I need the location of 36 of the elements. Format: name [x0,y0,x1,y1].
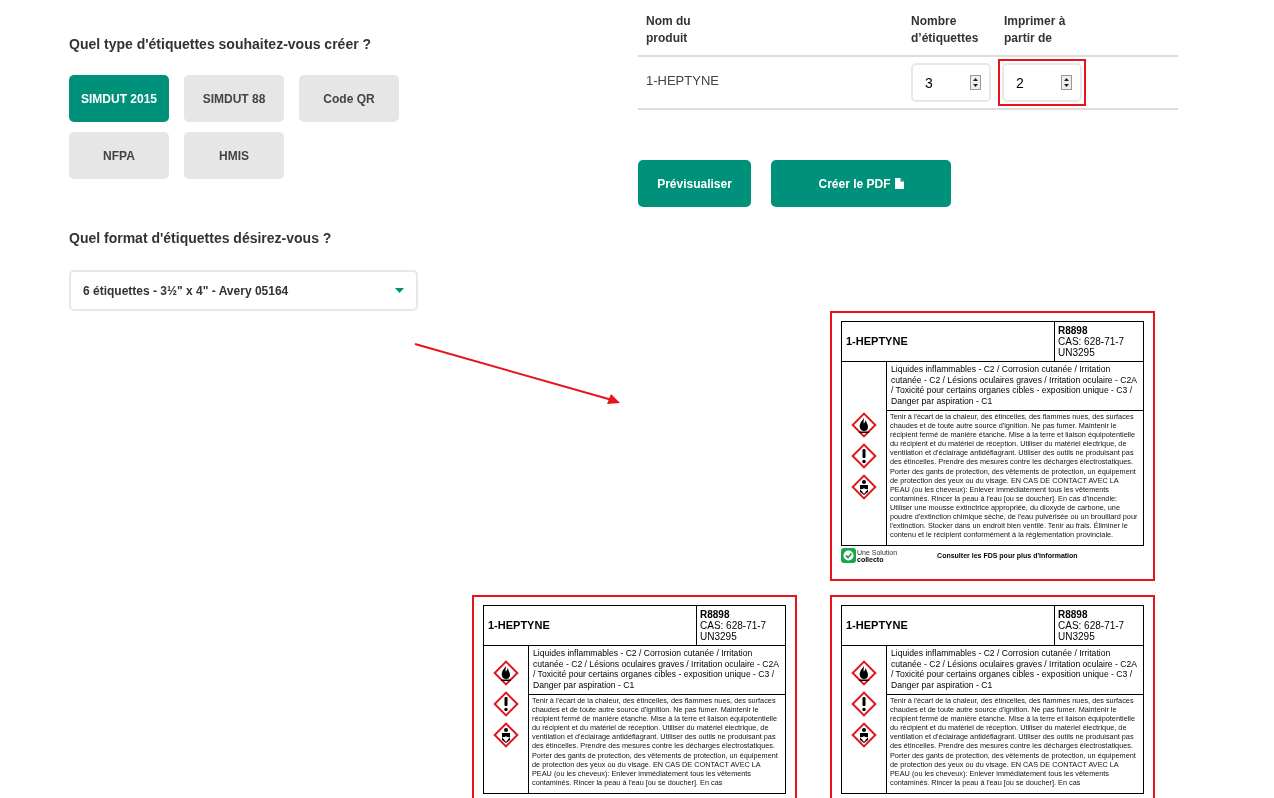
column-header: Nombre d’étiquettes [911,13,980,47]
label-type-button[interactable]: SIMDUT 88 [184,75,284,122]
product-name: 1-HEPTYNE [846,618,908,634]
format-select[interactable]: 6 étiquettes - 3½" x 4" - Avery 05164 [69,270,418,311]
column-header: Nom du produit [646,13,692,47]
label-type-button[interactable]: SIMDUT 2015 [69,75,169,122]
column-header: Imprimer à partir de [1004,13,1067,47]
section-heading: Quel format d'étiquettes désirez-vous ? [69,229,333,248]
product-name: 1-HEPTYNE [488,618,550,634]
spinner-icon[interactable] [1061,75,1072,90]
section-heading: Quel type d'étiquettes souhaitez-vous créer ? [69,35,373,54]
hazard-statements: Liquides inflammables - C2 / Corrosion cutanée / Irritation cutanée - C2 / Lésions oculaires graves / Irritation oculaire - C2A / Toxicité pour certains organes cibles - exposition unique - C3 / Danger par aspiration - C1 [891,364,1138,406]
create-pdf-button[interactable]: Créer le PDF [771,160,951,207]
un-number: UN3295 [1058,347,1096,358]
label-type-button[interactable]: HMIS [184,132,284,179]
check-logo-icon [841,548,856,564]
cas-number: CAS: 628-71-7 [700,620,768,631]
product-code: R8898 [1058,609,1089,620]
product-name-cell: 1-HEPTYNE [646,73,719,88]
label-type-button[interactable]: NFPA [69,132,169,179]
label-type-button[interactable]: Code QR [299,75,399,122]
hazard-statements: Liquides inflammables - C2 / Corrosion cutanée / Irritation cutanée - C2 / Lésions oculaires graves / Irritation oculaire - C2A / Toxicité pour certains organes cibles - exposition unique - C3 / Danger par aspiration - C1 [891,648,1138,690]
un-number: UN3295 [1058,631,1096,642]
cas-number: CAS: 628-71-7 [1058,336,1126,347]
number-field[interactable]: 3 [911,63,991,102]
spinner-icon[interactable] [970,75,981,90]
product-code: R8898 [700,609,731,620]
product-name: 1-HEPTYNE [846,334,908,350]
caret-icon [395,288,404,293]
cas-number: CAS: 628-71-7 [1058,620,1126,631]
preview-button[interactable]: Prévisualiser [638,160,751,207]
un-number: UN3295 [700,631,738,642]
number-field[interactable]: 2 [1002,63,1082,102]
document-icon [894,178,904,189]
hazard-statements: Liquides inflammables - C2 / Corrosion cutanée / Irritation cutanée - C2 / Lésions oculaires graves / Irritation oculaire - C2A / Toxicité pour certains organes cibles - exposition unique - C3 / Danger par aspiration - C1 [533,648,780,690]
product-code: R8898 [1058,325,1089,336]
